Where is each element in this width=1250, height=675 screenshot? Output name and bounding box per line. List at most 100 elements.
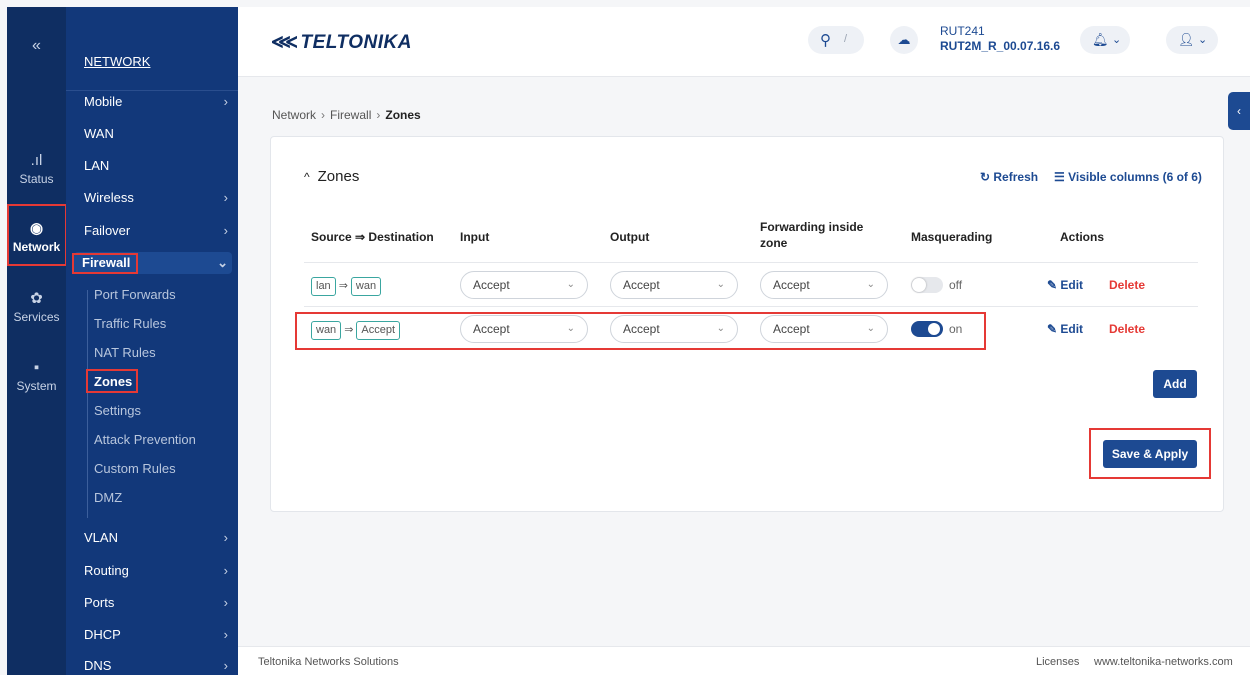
masquerading-toggle[interactable] [911, 277, 943, 293]
toggle-knob [912, 278, 926, 292]
sub-item-dmz[interactable]: DMZ [94, 487, 122, 509]
menu-item-wan[interactable]: WAN [84, 123, 232, 145]
logo-mark-icon: ⋘ [271, 32, 299, 53]
footer-licenses-link[interactable]: Licenses [1036, 656, 1079, 668]
menu-item-ports[interactable]: Ports › [84, 592, 232, 614]
edit-button[interactable]: ✎ Edit [1047, 278, 1083, 292]
rail-item-system[interactable]: ▪ System [7, 359, 66, 393]
menu-label: Wireless [84, 190, 134, 205]
chevron-right-icon: › [223, 627, 228, 642]
search-icon: ⚲ [820, 32, 831, 49]
sub-item-attack-prevention[interactable]: Attack Prevention [94, 429, 196, 451]
pencil-icon: ✎ [1047, 278, 1061, 292]
sub-item-port-forwards[interactable]: Port Forwards [94, 284, 176, 306]
col-output: Output [610, 230, 650, 244]
menu-item-firewall[interactable]: Firewall ⌄ [74, 252, 232, 274]
top-header: ⋘ TELTONIKA ⚲ / ☁ RUT241 RUT2M_R_00.07.16… [238, 7, 1250, 77]
side-panel-toggle[interactable]: ‹ [1228, 92, 1250, 130]
page-footer: Teltonika Networks Solutions Licenses ww… [238, 646, 1250, 675]
select-value: Accept [773, 322, 810, 336]
chevron-down-icon: ⌄ [716, 323, 725, 334]
masquerading-toggle[interactable] [911, 321, 943, 337]
col-actions: Actions [1060, 230, 1105, 244]
zones-section-toggle[interactable]: ^ Zones [304, 168, 359, 185]
collapse-sidebar-icon[interactable]: « [7, 37, 66, 55]
chevron-right-icon: › [223, 190, 228, 205]
footer-company: Teltonika Networks Solutions [258, 656, 399, 668]
menu-label: Mobile [84, 94, 123, 109]
menu-item-routing[interactable]: Routing › [84, 560, 232, 582]
menu-item-dhcp[interactable]: DHCP › [84, 624, 232, 646]
user-settings-icon: 👤︎ [1178, 32, 1195, 47]
breadcrumb-current: Zones [385, 108, 421, 122]
menu-item-lan[interactable]: LAN [84, 155, 232, 177]
sub-item-custom-rules[interactable]: Custom Rules [94, 458, 176, 480]
refresh-icon: ↻ [980, 170, 994, 184]
menu-label: LAN [84, 158, 110, 173]
sub-item-zones[interactable]: Zones [94, 371, 132, 393]
footer-site-link[interactable]: www.teltonika-networks.com [1094, 656, 1233, 668]
signal-icon: .ıl [30, 152, 43, 169]
chevron-down-icon: ⌄ [566, 279, 575, 290]
delete-button[interactable]: Delete [1109, 322, 1145, 336]
menu-label: DHCP [84, 627, 121, 642]
menu-item-wireless[interactable]: Wireless › [84, 187, 232, 209]
input-select[interactable]: Accept ⌄ [460, 315, 588, 343]
menu-label: Routing [84, 563, 129, 578]
select-value: Accept [473, 278, 510, 292]
search-button[interactable]: ⚲ / [808, 26, 864, 54]
breadcrumb-network[interactable]: Network [272, 108, 316, 122]
row-divider [304, 306, 1198, 307]
chevron-down-icon: ⌄ [217, 255, 228, 270]
menu-label: VLAN [84, 530, 118, 545]
columns-icon: ☰ [1054, 170, 1069, 184]
menu-label: Ports [84, 595, 115, 610]
rail-item-services[interactable]: ✿ Services [7, 289, 66, 324]
menu-item-failover[interactable]: Failover › [84, 220, 232, 242]
notifications-button[interactable]: 🔔︎ ⌄ [1080, 26, 1130, 54]
output-select[interactable]: Accept ⌄ [610, 271, 738, 299]
edit-button[interactable]: ✎ Edit [1047, 322, 1083, 336]
chevron-right-icon: › [223, 595, 228, 610]
breadcrumb-firewall[interactable]: Firewall [330, 108, 371, 122]
sub-item-traffic-rules[interactable]: Traffic Rules [94, 313, 166, 335]
icon-rail: « .ıl Status ◉ Network ✿ Services ▪ Syst… [7, 7, 66, 675]
visible-columns-button[interactable]: ☰ Visible columns (6 of 6) [1054, 170, 1202, 184]
arrow-icon: ⇒ [344, 324, 354, 336]
select-value: Accept [623, 278, 660, 292]
teltonika-logo[interactable]: ⋘ TELTONIKA [271, 31, 412, 54]
zone-pair: lan ⇒ wan [311, 276, 382, 296]
refresh-button[interactable]: ↻ Refresh [980, 170, 1038, 184]
output-select[interactable]: Accept ⌄ [610, 315, 738, 343]
submenu-title: NETWORK [84, 54, 151, 69]
edit-label: Edit [1060, 322, 1084, 336]
masquerading-state: on [949, 322, 963, 336]
rail-item-status[interactable]: .ıl Status [7, 152, 66, 186]
menu-item-vlan[interactable]: VLAN › [84, 527, 232, 549]
globe-icon: ◉ [29, 220, 44, 237]
forward-select[interactable]: Accept ⌄ [760, 315, 888, 343]
menu-label: DNS [84, 658, 112, 673]
input-select[interactable]: Accept ⌄ [460, 271, 588, 299]
visible-columns-label: Visible columns (6 of 6) [1068, 170, 1202, 184]
menu-item-dns[interactable]: DNS › [84, 655, 232, 675]
chevron-right-icon: › [321, 108, 326, 122]
add-button[interactable]: Add [1153, 370, 1197, 398]
user-menu-button[interactable]: 👤︎ ⌄ [1166, 26, 1218, 54]
cloud-upload-button[interactable]: ☁ [890, 26, 918, 54]
gear-icon: ✿ [30, 290, 43, 307]
delete-button[interactable]: Delete [1109, 278, 1145, 292]
chevron-down-icon: ⌄ [1112, 34, 1122, 46]
firmware-version[interactable]: RUT2M_R_00.07.16.6 [940, 39, 1060, 53]
rail-item-network[interactable]: ◉ Network [7, 219, 66, 254]
sub-item-nat-rules[interactable]: NAT Rules [94, 342, 156, 364]
forward-select[interactable]: Accept ⌄ [760, 271, 888, 299]
submenu-tree-line [87, 290, 88, 518]
menu-item-mobile[interactable]: Mobile › [84, 91, 232, 113]
menu-label: WAN [84, 126, 114, 141]
masquerading-state: off [949, 278, 963, 292]
sub-item-settings[interactable]: Settings [94, 400, 141, 422]
col-input: Input [460, 230, 490, 244]
save-apply-button[interactable]: Save & Apply [1103, 440, 1197, 468]
chevron-down-icon: ⌄ [1198, 34, 1208, 46]
